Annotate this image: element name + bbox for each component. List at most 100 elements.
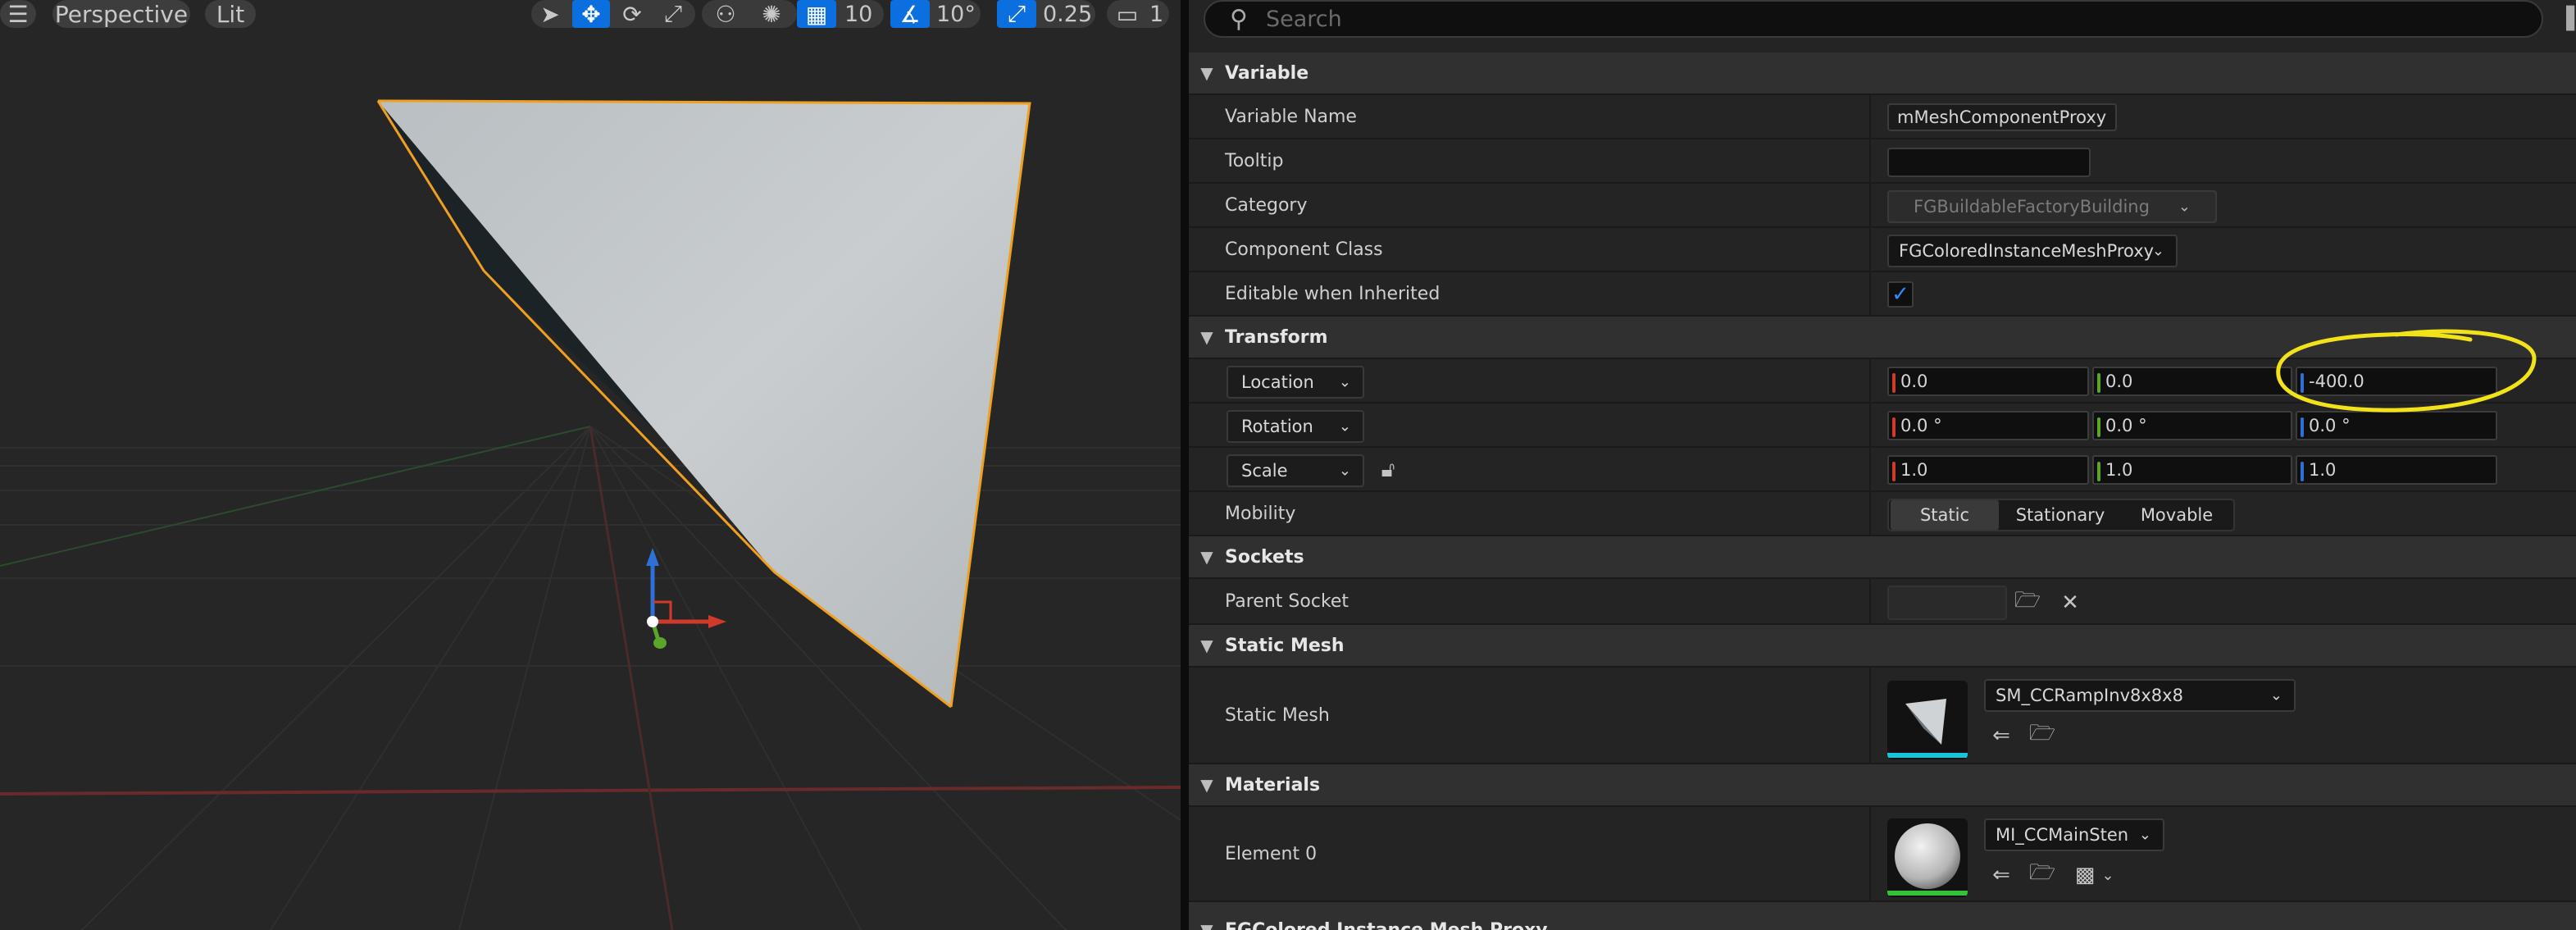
property-variable-name: Variable Name mMeshComponentProxy xyxy=(1189,95,2576,139)
lighting-mode-button[interactable]: Lit xyxy=(205,0,256,28)
category-fgcolored-instance-mesh-proxy[interactable]: ▼ FGColored Instance Mesh Proxy xyxy=(1189,902,2576,930)
browse-asset-icon[interactable]: 🗁︎ xyxy=(2028,860,2056,889)
use-selected-icon[interactable]: ⇐ xyxy=(1987,722,2015,750)
grid-snap-value[interactable]: 10 xyxy=(844,0,872,28)
property-component-class: Component Class FGColoredInstanceMeshPro… xyxy=(1189,228,2576,272)
rotation-mode-combo[interactable]: Rotation ⌄ xyxy=(1227,410,1364,443)
lock-icon[interactable]: 🔓︎ xyxy=(1374,456,1402,484)
static-mesh-thumbnail[interactable] xyxy=(1887,681,1968,759)
panel-splitter[interactable] xyxy=(1181,0,1189,930)
property-mobility: Mobility Static Stationary Movable xyxy=(1189,492,2576,536)
details-search-input[interactable]: ⚲ Search xyxy=(1204,0,2543,38)
category-transform[interactable]: ▼ Transform xyxy=(1189,317,2576,359)
category-variable[interactable]: ▼ Variable xyxy=(1189,52,2576,95)
rotation-x-field[interactable]: 0.0 ° xyxy=(1887,411,2089,440)
scale-z-field[interactable]: 1.0 xyxy=(2296,455,2497,485)
chevron-down-icon: ⌄ xyxy=(2151,242,2164,260)
select-mode-icon[interactable]: ➤ xyxy=(531,0,569,28)
property-label: Element 0 xyxy=(1225,843,1318,864)
location-mode-combo[interactable]: Location ⌄ xyxy=(1227,366,1364,399)
rotate-mode-icon[interactable]: ⟳ xyxy=(613,0,651,28)
chevron-down-icon[interactable]: ⌄ xyxy=(2094,861,2122,889)
category-label: Sockets xyxy=(1225,546,1304,568)
rotation-z-field[interactable]: 0.0 ° xyxy=(2296,411,2497,440)
collapse-triangle-icon: ▼ xyxy=(1200,775,1213,795)
rotation-z-value: 0.0 ° xyxy=(2309,416,2351,435)
rotation-y-value: 0.0 ° xyxy=(2105,416,2147,435)
settings-icon[interactable]: ▐ xyxy=(2558,0,2576,38)
location-y-value: 0.0 xyxy=(2105,372,2133,391)
scale-mode-combo[interactable]: Scale ⌄ xyxy=(1227,454,1364,487)
chevron-down-icon: ⌄ xyxy=(1338,462,1351,480)
camera-speed-value[interactable]: 1 xyxy=(1149,0,1163,28)
ramp-face-lit xyxy=(378,101,1030,707)
clear-icon[interactable]: ✕ xyxy=(2056,589,2084,617)
mobility-stationary-option[interactable]: Stationary xyxy=(2002,500,2119,530)
static-mesh-combo[interactable]: SM_CCRampInv8x8x8 ⌄ xyxy=(1984,679,2296,712)
category-label: Transform xyxy=(1225,326,1328,348)
translate-mode-icon[interactable]: ✥ xyxy=(572,0,610,28)
details-panel: ⚲ Search ▐ ▼ Variable Variable Name mMes… xyxy=(1189,0,2576,930)
parent-socket-field[interactable] xyxy=(1887,586,2007,620)
surface-snap-icon[interactable]: ⚇ xyxy=(707,0,744,28)
collapse-triangle-icon: ▼ xyxy=(1200,63,1213,83)
location-z-field[interactable]: -400.0 xyxy=(2296,367,2497,396)
static-mesh-value: SM_CCRampInv8x8x8 xyxy=(1996,686,2183,705)
collapse-triangle-icon: ▼ xyxy=(1200,636,1213,655)
mobility-movable-option[interactable]: Movable xyxy=(2120,500,2233,530)
property-tooltip: Tooltip xyxy=(1189,139,2576,184)
property-element-0: Element 0 MI_CCMainSten ⌄ ⇐ 🗁︎ ▩ ⌄ xyxy=(1189,807,2576,902)
property-static-mesh: Static Mesh SM_CCRampInv8x8x8 ⌄ ⇐ 🗁︎ xyxy=(1189,668,2576,764)
scale-x-field[interactable]: 1.0 xyxy=(1887,455,2089,485)
property-label: Tooltip xyxy=(1225,150,1284,171)
search-placeholder: Search xyxy=(1266,6,1342,32)
level-viewport[interactable]: ☰ Perspective Lit ➤ ✥ ⟳ ⤢ ⚇ ✺ ▦ 10 ∡ 10° xyxy=(0,0,1181,930)
tooltip-field[interactable] xyxy=(1887,148,2091,177)
editable-checkbox[interactable]: ✓ xyxy=(1887,281,1914,308)
camera-speed-icon[interactable]: ▭ xyxy=(1107,0,1148,28)
material-thumbnail[interactable] xyxy=(1887,818,1968,897)
collapse-triangle-icon: ▼ xyxy=(1200,327,1213,347)
scale-z-value: 1.0 xyxy=(2309,460,2337,480)
scale-snap-icon[interactable]: ⤢ xyxy=(997,0,1036,28)
scale-y-value: 1.0 xyxy=(2105,460,2133,480)
world-axis-x xyxy=(0,786,1181,796)
mobility-static-option[interactable]: Static xyxy=(1891,500,1999,530)
view-mode-button[interactable]: Perspective xyxy=(52,0,190,28)
category-static-mesh[interactable]: ▼ Static Mesh xyxy=(1189,625,2576,668)
scale-snap-value[interactable]: 0.25 xyxy=(1043,0,1092,28)
hamburger-menu-icon[interactable]: ☰ xyxy=(0,0,36,28)
viewport-scene[interactable] xyxy=(0,0,1181,930)
component-class-combo[interactable]: FGColoredInstanceMeshProxy ⌄ xyxy=(1887,235,2178,267)
scale-y-field[interactable]: 1.0 xyxy=(2092,455,2292,485)
scale-mode-icon[interactable]: ⤢ xyxy=(654,0,692,28)
property-location: Location ⌄ 0.0 0.0 -400.0 xyxy=(1189,359,2576,403)
scale-x-value: 1.0 xyxy=(1900,460,1928,480)
grid-snap-icon[interactable]: ▦ xyxy=(797,0,836,28)
component-class-value: FGColoredInstanceMeshProxy xyxy=(1899,241,2155,261)
category-materials[interactable]: ▼ Materials xyxy=(1189,764,2576,807)
property-category: Category FGBuildableFactoryBuilding ⌄ xyxy=(1189,184,2576,228)
use-selected-icon[interactable]: ⇐ xyxy=(1987,861,2015,889)
angle-snap-value[interactable]: 10° xyxy=(936,0,976,28)
location-x-value: 0.0 xyxy=(1900,372,1928,391)
world-local-icon[interactable]: ✺ xyxy=(753,0,790,28)
material-combo[interactable]: MI_CCMainSten ⌄ xyxy=(1984,818,2164,851)
angle-snap-icon[interactable]: ∡ xyxy=(890,0,930,28)
category-sockets[interactable]: ▼ Sockets xyxy=(1189,536,2576,579)
snap-tools-group: ⚇ ✺ xyxy=(702,0,797,28)
location-x-field[interactable]: 0.0 xyxy=(1887,367,2089,396)
property-parent-socket: Parent Socket 🗁︎ ✕ xyxy=(1189,579,2576,625)
collapse-triangle-icon: ▼ xyxy=(1200,547,1213,567)
browse-asset-icon[interactable]: 🗁︎ xyxy=(2028,721,2056,750)
rotation-y-field[interactable]: 0.0 ° xyxy=(2092,411,2292,440)
browse-folder-icon[interactable]: 🗁︎ xyxy=(2014,588,2041,617)
variable-name-field[interactable]: mMeshComponentProxy xyxy=(1887,103,2117,131)
property-editable-when-inherited: Editable when Inherited ✓ xyxy=(1189,272,2576,317)
chevron-down-icon: ⌄ xyxy=(2178,198,2191,216)
location-y-field[interactable]: 0.0 xyxy=(2092,367,2292,396)
chevron-down-icon: ⌄ xyxy=(2269,686,2282,704)
category-combo[interactable]: FGBuildableFactoryBuilding ⌄ xyxy=(1887,190,2217,223)
category-value: FGBuildableFactoryBuilding xyxy=(1914,197,2150,217)
search-icon: ⚲ xyxy=(1230,4,1248,34)
